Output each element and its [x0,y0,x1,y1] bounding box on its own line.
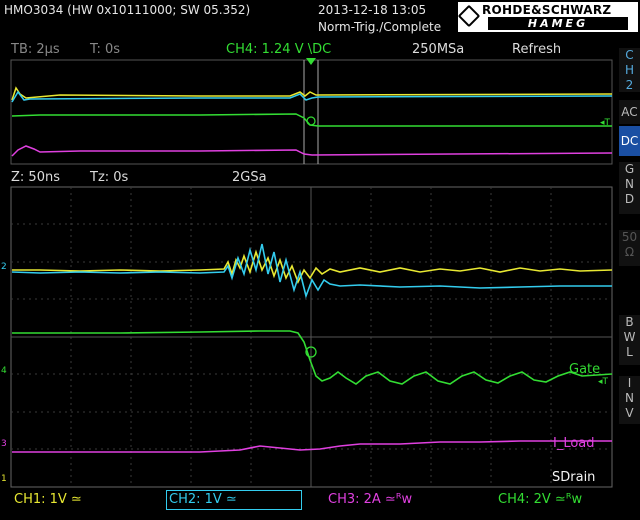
ch4-marker[interactable]: 4 [1,366,7,376]
logo-bottom-text: HAMEG [488,17,628,30]
ch2-marker[interactable]: 2 [1,262,7,272]
ch2-settings[interactable]: CH2: 1V ≃ [166,490,302,510]
ch3-marker[interactable]: 3 [1,439,7,449]
ch1-marker[interactable]: 1 [1,474,7,484]
zoom-waveform-window[interactable] [0,186,619,488]
overview-waveform-window[interactable]: ◂T [0,58,619,168]
timebase-label[interactable]: TB: 2µs [11,42,60,57]
trigger-marker: ◂T [598,377,609,387]
logo-top-text: ROHDE&SCHWARZ [482,3,612,17]
zoom-sample-rate-label: 2GSa [232,170,267,185]
side-bwl-button[interactable]: BWL [619,315,640,365]
ch3-settings[interactable]: CH3: 2A ≃ᴿw [326,490,478,510]
side-inv-button[interactable]: INV [619,376,640,424]
sample-rate-label: 250MSa [412,42,465,57]
datetime: 2013-12-18 13:05 [318,3,427,17]
ch4-settings[interactable]: CH4: 2V ≃ᴿw [496,490,628,510]
i-load-label: I_Load [553,436,595,451]
trigger-status: Norm-Trig./Complete [318,20,442,34]
acquisition-mode-label[interactable]: Refresh [512,42,561,57]
side-gnd-button[interactable]: GND [619,162,640,214]
rohde-schwarz-logo: ROHDE&SCHWARZ HAMEG [457,2,638,32]
time-offset-label[interactable]: T: 0s [90,42,120,57]
side-dc-button[interactable]: DC [619,126,640,156]
side-ac-button[interactable]: AC [619,100,640,124]
ch1-settings[interactable]: CH1: 1V ≃ [12,490,164,510]
device-info: HMO3034 (HW 0x10111000; SW 05.352) [4,3,251,17]
rs-diamond-icon [457,4,481,28]
trigger-setting-label[interactable]: CH4: 1.24 V \DC [226,42,331,57]
gate-label: Gate [569,362,601,377]
zoom-offset-label[interactable]: Tz: 0s [90,170,128,185]
zoom-label[interactable]: Z: 50ns [11,170,60,185]
side-50-ohm-button: 50 Ω [619,230,640,266]
side-channel-header: CH2 [619,48,640,92]
overview-trigger-marker: ◂T [600,118,611,128]
s-drain-label: SDrain [552,470,596,485]
